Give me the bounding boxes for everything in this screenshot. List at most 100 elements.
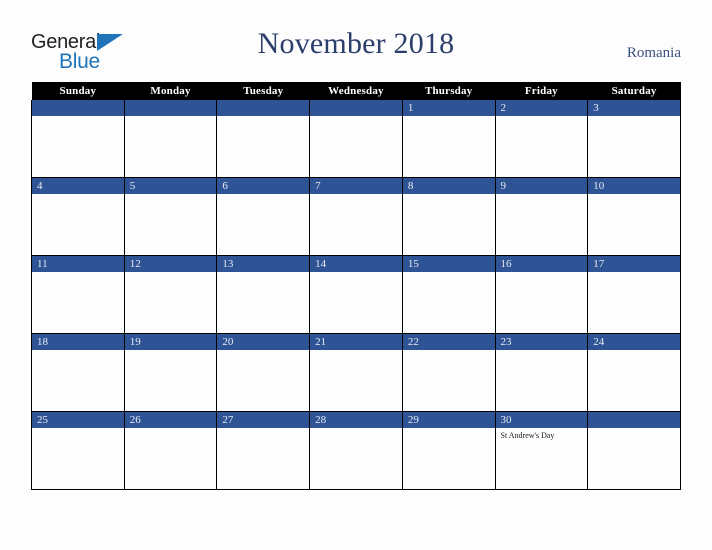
calendar-day-cell[interactable]: 6 — [216, 177, 311, 256]
calendar-day-cell[interactable]: 2 — [494, 100, 589, 178]
day-number — [217, 100, 310, 116]
calendar-day-cell[interactable] — [216, 100, 311, 178]
day-number: 9 — [495, 178, 588, 194]
calendar-day-cell[interactable]: 1 — [401, 100, 496, 178]
day-number: 26 — [124, 412, 217, 428]
day-number: 13 — [217, 256, 310, 272]
day-number — [310, 100, 402, 116]
day-number: 23 — [495, 334, 588, 350]
day-events — [217, 428, 309, 489]
calendar-day-cell[interactable] — [31, 100, 125, 178]
calendar-week-row: 11 12 13 14 15 16 17 — [31, 255, 681, 334]
day-events — [217, 194, 309, 255]
day-number: 30 — [495, 412, 588, 428]
calendar-weekday-header-row: Sunday Monday Tuesday Wednesday Thursday… — [31, 82, 681, 100]
calendar-week-row: 4 5 6 7 8 9 10 — [31, 177, 681, 256]
day-number: 27 — [217, 412, 310, 428]
calendar-day-cell[interactable]: 10 — [587, 177, 681, 256]
day-events — [496, 194, 588, 255]
calendar-day-cell[interactable]: 26 — [123, 411, 218, 490]
day-events — [496, 350, 588, 411]
day-events — [32, 350, 124, 411]
country-label: Romania — [626, 45, 681, 61]
calendar-day-cell[interactable]: 16 — [494, 255, 589, 334]
day-events — [217, 116, 309, 177]
day-number: 19 — [124, 334, 217, 350]
calendar-day-cell[interactable]: 27 — [216, 411, 311, 490]
day-number: 20 — [217, 334, 310, 350]
day-number: 3 — [588, 100, 680, 116]
day-number: 4 — [32, 178, 124, 194]
calendar-day-cell[interactable]: 9 — [494, 177, 589, 256]
calendar-day-cell[interactable]: 12 — [123, 255, 218, 334]
day-events — [403, 428, 495, 489]
day-number: 5 — [124, 178, 217, 194]
calendar-day-cell[interactable]: 13 — [216, 255, 311, 334]
day-number: 8 — [402, 178, 495, 194]
day-events — [403, 272, 495, 333]
day-number: 1 — [402, 100, 495, 116]
calendar-body: 1 2 3 4 5 6 7 8 9 10 11 12 13 14 15 16 17 18 19 20 21 22 23 24 2… — [31, 100, 681, 490]
day-events — [588, 194, 680, 255]
calendar-day-cell[interactable]: 24 — [587, 333, 681, 412]
calendar-day-cell[interactable]: 4 — [31, 177, 125, 256]
weekday-header-sunday: Sunday — [31, 82, 125, 100]
day-events — [32, 194, 124, 255]
day-events — [496, 272, 588, 333]
calendar-day-cell[interactable]: 17 — [587, 255, 681, 334]
calendar-day-cell[interactable]: 5 — [123, 177, 218, 256]
day-events — [32, 272, 124, 333]
day-number — [124, 100, 217, 116]
weekday-header-thursday: Thursday — [402, 82, 496, 100]
calendar-day-cell[interactable]: 19 — [123, 333, 218, 412]
day-events — [588, 350, 680, 411]
page-title: November 2018 — [257, 27, 455, 60]
day-number: 24 — [588, 334, 680, 350]
day-events — [310, 272, 402, 333]
day-number — [32, 100, 124, 116]
day-number: 7 — [310, 178, 402, 194]
calendar-week-row: 18 19 20 21 22 23 24 — [31, 333, 681, 412]
day-events — [125, 272, 217, 333]
day-events — [310, 194, 402, 255]
day-number: 14 — [310, 256, 402, 272]
calendar-day-cell[interactable]: 14 — [309, 255, 403, 334]
day-number: 16 — [495, 256, 588, 272]
day-events — [125, 350, 217, 411]
weekday-header-wednesday: Wednesday — [309, 82, 403, 100]
calendar-day-cell[interactable]: 18 — [31, 333, 125, 412]
day-number — [588, 412, 680, 428]
day-events — [125, 116, 217, 177]
calendar-day-cell[interactable]: 3 — [587, 100, 681, 178]
calendar-week-row: 25 26 27 28 29 30 St Andrew's Day — [31, 411, 681, 490]
day-events — [588, 116, 680, 177]
calendar-day-cell[interactable]: 22 — [401, 333, 496, 412]
calendar-day-cell[interactable] — [587, 411, 681, 490]
calendar-day-cell[interactable]: 11 — [31, 255, 125, 334]
calendar-day-cell[interactable]: 25 — [31, 411, 125, 490]
weekday-header-friday: Friday — [495, 82, 588, 100]
calendar-day-cell[interactable]: 20 — [216, 333, 311, 412]
day-number: 6 — [217, 178, 310, 194]
calendar-day-cell[interactable] — [123, 100, 218, 178]
calendar-day-cell[interactable]: 7 — [309, 177, 403, 256]
calendar-day-cell[interactable]: 23 — [494, 333, 589, 412]
calendar-day-cell[interactable]: 29 — [401, 411, 496, 490]
calendar-day-cell[interactable]: 15 — [401, 255, 496, 334]
calendar-day-cell[interactable]: 30 St Andrew's Day — [494, 411, 589, 490]
day-events: St Andrew's Day — [496, 428, 588, 489]
day-events — [217, 272, 309, 333]
day-number: 29 — [402, 412, 495, 428]
weekday-header-tuesday: Tuesday — [216, 82, 310, 100]
weekday-header-saturday: Saturday — [587, 82, 681, 100]
calendar-day-cell[interactable]: 21 — [309, 333, 403, 412]
day-number: 11 — [32, 256, 124, 272]
calendar-day-cell[interactable]: 8 — [401, 177, 496, 256]
calendar-week-row: 123 — [31, 100, 681, 178]
calendar-day-cell[interactable] — [309, 100, 403, 178]
day-events — [496, 116, 588, 177]
day-events — [125, 194, 217, 255]
day-number: 10 — [588, 178, 680, 194]
calendar-day-cell[interactable]: 28 — [309, 411, 403, 490]
calendar-grid: Sunday Monday Tuesday Wednesday Thursday… — [31, 82, 681, 490]
